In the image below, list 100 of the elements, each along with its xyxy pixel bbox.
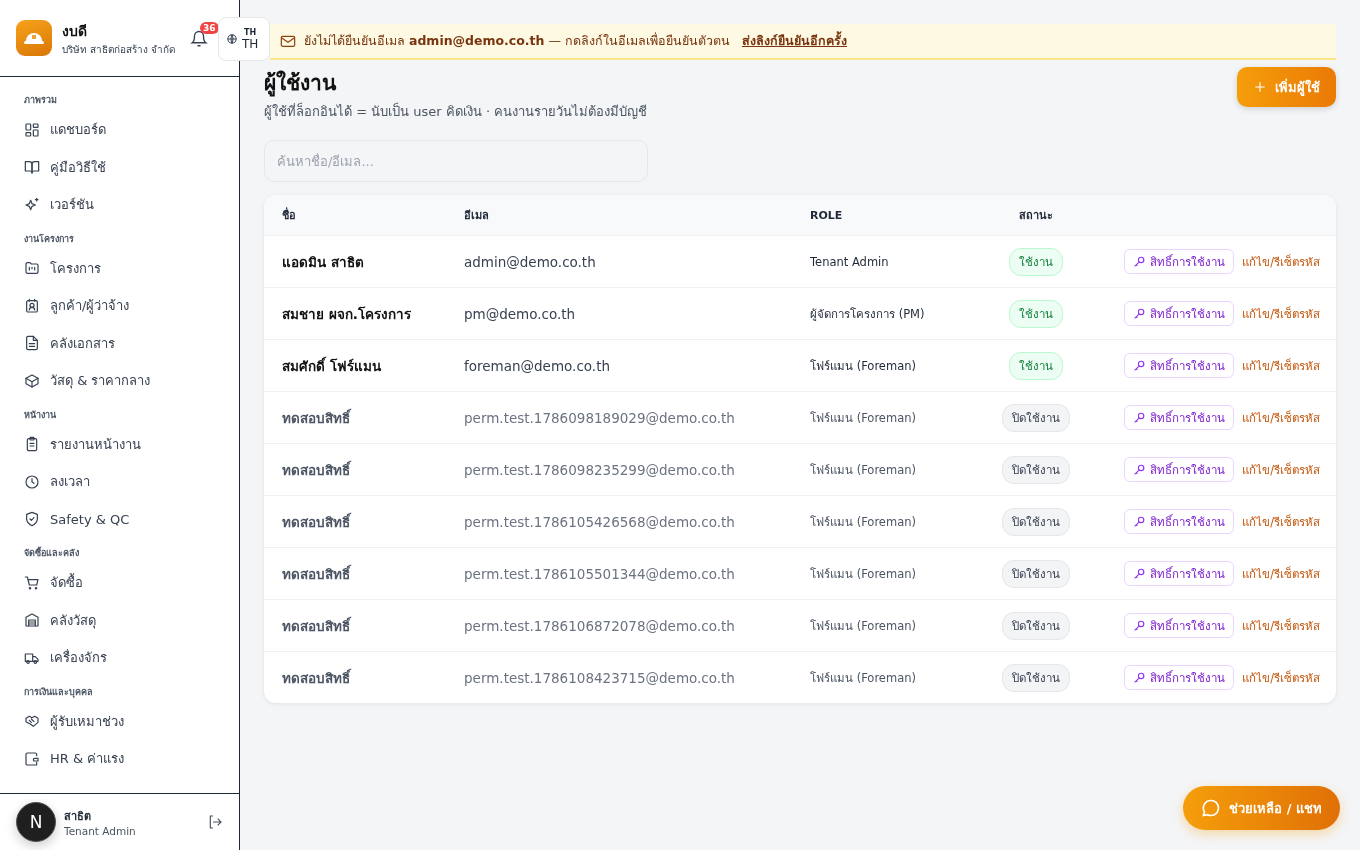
status-badge: ปิดใช้งาน [1002,611,1070,640]
table-cell-text: perm.test.1786106872078@demo.co.th [464,617,736,634]
table-cell-text: โฟร์แมน (Foreman) [810,669,917,687]
language-switcher[interactable]: TH TH [218,17,270,61]
status-badge: ปิดใช้งาน [1002,455,1070,484]
cart-icon [24,574,40,591]
nav-item[interactable]: ลูกค้า/ผู้ว่าจ้าง [0,287,239,325]
table-cell-text: สมศักดิ์ โฟร์แมน [282,355,382,376]
nav-item[interactable]: คลังวัสดุ [0,601,239,639]
table-cell-text: โฟร์แมน (Foreman) [810,565,917,583]
grid-icon [24,121,40,138]
plus-icon [1253,80,1267,94]
nav-item[interactable]: ลงเวลา [0,463,239,501]
column-header: อีเมล [464,208,490,224]
clipboard-icon [24,436,40,453]
edit-link[interactable]: แก้ไข/รีเซ็ตรหัส [1242,304,1320,323]
banner-text: ยังไม่ได้ยืนยันอีเมล admin@demo.co.th — กดลิงก์ในอีเมลเพื่อยืนยันตัวตน [304,31,730,50]
status-badge: ใช้งาน [1009,299,1063,328]
nav-item[interactable]: แดชบอร์ด [0,111,239,149]
nav-item[interactable]: รายงานหน้างาน [0,425,239,463]
column-header: ROLE [810,208,844,222]
contact-icon [24,297,40,314]
nav-item[interactable]: วัสดุ & ราคากลาง [0,362,239,400]
edit-link[interactable]: แก้ไข/รีเซ็ตรหัส [1242,460,1320,479]
table-cell-text: Tenant Admin [810,254,890,269]
column-header: สถานะ [1018,208,1054,224]
nav-item[interactable]: เวอร์ชัน [0,186,239,224]
permissions-button[interactable]: สิทธิ์การใช้งาน [1124,301,1235,326]
edit-link[interactable]: แก้ไข/รีเซ็ตรหัส [1242,252,1320,271]
table-cell-text: ทดสอบสิทธิ์ [282,459,352,480]
book-icon [24,159,40,176]
key-icon [1133,255,1147,268]
permissions-button[interactable]: สิทธิ์การใช้งาน [1124,665,1235,690]
edit-link[interactable]: แก้ไข/รีเซ็ตรหัส [1242,668,1320,687]
table-cell-text: perm.test.1786098235299@demo.co.th [464,461,736,478]
key-icon [1133,515,1147,528]
table-cell-text: ทดสอบสิทธิ์ [282,407,352,428]
column-header: ชื่อ [282,206,297,224]
nav-item[interactable]: ผู้รับเหมาช่วง [0,702,239,740]
resend-link[interactable]: ส่งลิงก์ยืนยันอีกครั้ง [741,31,847,51]
nav-section-title: จัดซื้อและคลัง [23,545,80,560]
warehouse-icon [24,612,40,629]
table-cell-text: แอดมิน สาธิต [282,252,365,272]
edit-link[interactable]: แก้ไข/รีเซ็ตรหัส [1242,512,1320,531]
table-cell-text: perm.test.1786098189029@demo.co.th [464,409,736,426]
nav-item[interactable]: โครงการ [0,249,239,287]
key-icon [1133,359,1147,372]
table-cell-text: โฟร์แมน (Foreman) [810,409,917,427]
permissions-button[interactable]: สิทธิ์การใช้งาน [1124,353,1235,378]
nav-item[interactable]: Safety & QC [0,500,239,538]
table-cell-text: ทดสอบสิทธิ์ [282,563,352,584]
logout-icon[interactable] [207,814,223,830]
table-cell-text: ทดสอบสิทธิ์ [282,615,352,636]
permissions-button[interactable]: สิทธิ์การใช้งาน [1124,561,1235,586]
edit-link[interactable]: แก้ไข/รีเซ็ตรหัส [1242,616,1320,635]
notification-count: 36 [200,22,219,34]
company-name: บริษัท สาธิตก่อสร้าง จำกัด [62,42,176,57]
nav-item[interactable]: คู่มือวิธีใช้ [0,148,239,186]
page-subtitle: ผู้ใช้ที่ล็อกอินได้ = นับเป็น user คิดเงิน · คนงานรายวันไม่ต้องมีบัญชี [264,101,648,122]
search-field[interactable]: ค้นหาชื่อ/อีเมล... [264,140,648,182]
language-code: TH [244,27,257,37]
user-role: Tenant Admin [64,825,137,837]
status-badge: ปิดใช้งาน [1002,663,1070,692]
folder-icon [24,260,40,277]
table-cell-text: โฟร์แมน (Foreman) [810,357,917,375]
language-label: TH [242,36,259,51]
nav-item[interactable]: คลังเอกสาร [0,324,239,362]
status-badge: ปิดใช้งาน [1002,403,1070,432]
table-cell-text: สมชาย ผจก.โครงการ [282,304,412,324]
edit-link[interactable]: แก้ไข/รีเซ็ตรหัส [1242,408,1320,427]
permissions-button[interactable]: สิทธิ์การใช้งาน [1124,613,1235,638]
table-cell-text: ทดสอบสิทธิ์ [282,667,352,688]
nav-section-title: ภาพรวม [23,94,58,107]
key-icon [1133,619,1147,632]
clock-icon [24,473,40,490]
permissions-button[interactable]: สิทธิ์การใช้งาน [1124,509,1235,534]
nav-item[interactable]: HR & ค่าแรง [0,740,239,778]
nav-item[interactable]: จัดซื้อ [0,564,239,602]
table-cell-text: foreman@demo.co.th [464,357,611,374]
permissions-button[interactable]: สิทธิ์การใช้งาน [1124,249,1235,274]
table-cell-text: pm@demo.co.th [464,305,577,322]
nav-section-title: หน้างาน [23,408,57,422]
nav-section-title: การเงินและบุคคล [23,685,94,700]
edit-link[interactable]: แก้ไข/รีเซ็ตรหัส [1242,564,1320,583]
permissions-button[interactable]: สิทธิ์การใช้งาน [1124,457,1235,482]
notification-bell-icon[interactable] [190,30,208,48]
nav-item[interactable]: เครื่องจักร [0,639,239,677]
status-badge: ปิดใช้งาน [1002,507,1070,536]
nav-section-title: งานโครงการ [23,232,75,246]
wallet-icon [24,750,40,767]
doc-icon [24,335,40,352]
key-icon [1133,671,1147,684]
user-avatar[interactable]: N [16,802,56,842]
app-logo [16,20,52,56]
edit-link[interactable]: แก้ไข/รีเซ็ตรหัส [1242,356,1320,375]
user-name: สาธิต [64,809,92,825]
key-icon [1133,307,1147,320]
permissions-button[interactable]: สิทธิ์การใช้งาน [1124,405,1235,430]
key-icon [1133,411,1147,424]
key-icon [1133,567,1147,580]
